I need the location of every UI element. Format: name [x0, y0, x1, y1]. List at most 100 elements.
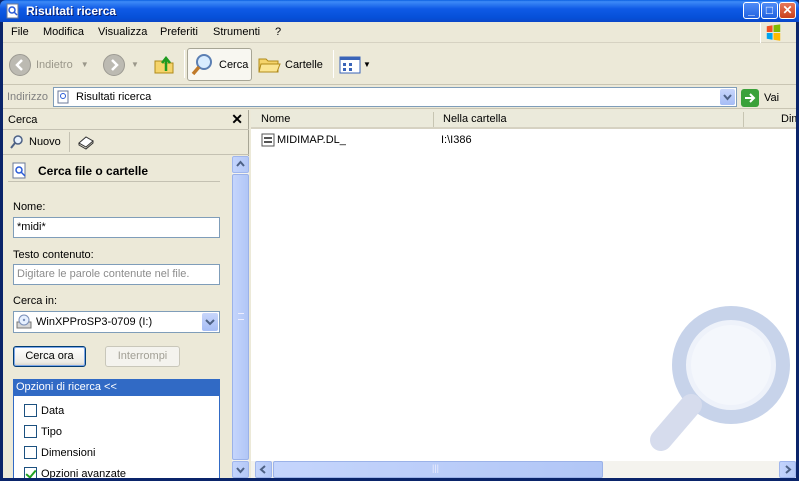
toolbar: Indietro ▼ ▼ Cerca Cartelle ▼: [3, 44, 796, 85]
search-form: Cerca file o cartelle Nome: *midi* Testo…: [3, 156, 232, 478]
views-dropdown-icon: ▼: [363, 60, 371, 69]
search-results-icon: [6, 3, 19, 19]
minimize-button[interactable]: _: [743, 2, 760, 19]
file-name: MIDIMAP.DL_: [277, 134, 346, 146]
address-field[interactable]: Risultati ricerca: [53, 87, 737, 107]
table-row[interactable]: MIDIMAP.DL_ I:\I386: [251, 132, 796, 149]
chevron-down-icon: [205, 319, 215, 326]
search-form-title: Cerca file o cartelle: [38, 164, 149, 178]
checkbox[interactable]: [24, 404, 37, 417]
close-pane-icon[interactable]: ✕: [231, 111, 243, 128]
scroll-left-button[interactable]: [255, 461, 272, 478]
up-folder-icon: [154, 55, 174, 73]
stop-button[interactable]: Interrompi: [105, 346, 180, 367]
maximize-button[interactable]: □: [761, 2, 778, 19]
menu-preferiti[interactable]: Preferiti: [160, 26, 198, 38]
search-now-button[interactable]: Cerca ora: [13, 346, 86, 367]
search-form-header: Cerca file o cartelle: [8, 160, 220, 182]
scroll-down-button[interactable]: [232, 461, 249, 478]
new-search-label: Nuovo: [29, 136, 61, 148]
explorer-window: Risultati ricerca _ □ ✕ File Modifica Vi…: [0, 0, 799, 481]
views-icon: [339, 56, 361, 73]
option-label: Dimensioni: [41, 446, 96, 459]
windows-logo-icon: [760, 23, 781, 43]
address-bar: Indirizzo Risultati ricerca Vai: [3, 86, 796, 109]
search-pane: Cerca ✕ Nuovo Cerca file o cartelle Nome…: [3, 110, 249, 478]
toolbar-separator: [333, 50, 334, 78]
search-pane-title: Cerca: [8, 114, 38, 126]
file-folder: I:\I386: [441, 134, 472, 146]
checkbox[interactable]: [24, 446, 37, 459]
scroll-thumb[interactable]: [232, 174, 249, 460]
search-button[interactable]: Cerca: [187, 48, 252, 81]
cd-drive-icon: [16, 314, 32, 329]
checkbox[interactable]: [24, 425, 37, 438]
search-companion-icon[interactable]: [77, 134, 95, 150]
chevron-up-icon: [236, 160, 245, 167]
column-separator[interactable]: [743, 112, 744, 127]
option-date[interactable]: Data: [24, 404, 64, 417]
chevron-down-icon: [236, 467, 245, 474]
window-title: Risultati ricerca: [26, 4, 117, 18]
search-form-area: Cerca file o cartelle Nome: *midi* Testo…: [3, 156, 232, 478]
go-arrow-icon: [741, 88, 759, 107]
window-client: File Modifica Visualizza Preferiti Strum…: [3, 22, 796, 478]
new-search-icon: [10, 135, 23, 149]
results-horizontal-scrollbar[interactable]: |||: [251, 461, 796, 478]
forward-button[interactable]: ▼: [103, 48, 143, 81]
content-label: Testo contenuto:: [13, 249, 94, 261]
menu-modifica[interactable]: Modifica: [43, 26, 84, 38]
search-options-toggle[interactable]: Opzioni di ricerca <<: [14, 380, 219, 396]
column-folder[interactable]: Nella cartella: [443, 113, 507, 125]
search-pane-toolbar: Nuovo: [3, 131, 249, 155]
look-in-select[interactable]: WinXPProSP3-0709 (I:): [13, 311, 220, 333]
option-label: Tipo: [41, 425, 62, 438]
search-pane-scrollbar[interactable]: [232, 156, 249, 478]
thumb-grip: [238, 313, 244, 320]
folders-button[interactable]: Cartelle: [257, 48, 329, 81]
menu-bar: File Modifica Visualizza Preferiti Strum…: [3, 22, 796, 43]
search-icon: [191, 53, 212, 75]
pane-toolbar-separator: [69, 132, 70, 152]
scroll-thumb[interactable]: |||: [273, 461, 603, 478]
menu-help[interactable]: ?: [275, 26, 281, 38]
menu-strumenti[interactable]: Strumenti: [213, 26, 260, 38]
column-size[interactable]: Dim: [781, 113, 796, 125]
option-label: Data: [41, 404, 65, 417]
chevron-right-icon: [785, 465, 792, 474]
back-dropdown-icon[interactable]: ▼: [81, 60, 89, 69]
close-button[interactable]: ✕: [779, 2, 796, 19]
option-label: Opzioni avanzate: [41, 467, 126, 479]
search-file-icon: [12, 162, 26, 179]
go-label: Vai: [764, 91, 780, 104]
go-button[interactable]: Vai: [741, 88, 793, 107]
option-size[interactable]: Dimensioni: [24, 446, 95, 459]
search-watermark-icon: [650, 306, 790, 451]
menu-visualizza[interactable]: Visualizza: [98, 26, 147, 38]
back-arrow-icon: [9, 53, 31, 76]
name-label: Nome:: [13, 201, 46, 213]
views-button[interactable]: ▼: [339, 48, 375, 81]
content-input[interactable]: Digitare le parole contenute nel file.: [13, 264, 220, 285]
look-in-label: Cerca in:: [13, 295, 58, 307]
folders-icon: [258, 58, 281, 72]
back-button[interactable]: Indietro ▼: [9, 48, 89, 81]
forward-dropdown-icon[interactable]: ▼: [131, 60, 139, 69]
address-dropdown-button[interactable]: [720, 89, 735, 105]
checkbox-checked[interactable]: [24, 467, 37, 478]
column-separator[interactable]: [433, 112, 434, 127]
title-bar[interactable]: Risultati ricerca _ □ ✕: [0, 0, 799, 22]
name-input[interactable]: *midi*: [13, 217, 220, 238]
column-name[interactable]: Nome: [261, 113, 290, 125]
scroll-up-button[interactable]: [232, 156, 249, 173]
scroll-right-button[interactable]: [779, 461, 796, 478]
look-in-dropdown-button[interactable]: [202, 313, 218, 331]
option-advanced[interactable]: Opzioni avanzate: [24, 467, 126, 478]
new-search-button[interactable]: Nuovo: [9, 134, 61, 150]
thumb-grip: |||: [432, 463, 440, 473]
menu-file[interactable]: File: [11, 26, 29, 38]
option-type[interactable]: Tipo: [24, 425, 62, 438]
address-value: Risultati ricerca: [76, 91, 152, 103]
up-folder-button[interactable]: [153, 48, 181, 81]
search-results-icon: [57, 90, 69, 104]
